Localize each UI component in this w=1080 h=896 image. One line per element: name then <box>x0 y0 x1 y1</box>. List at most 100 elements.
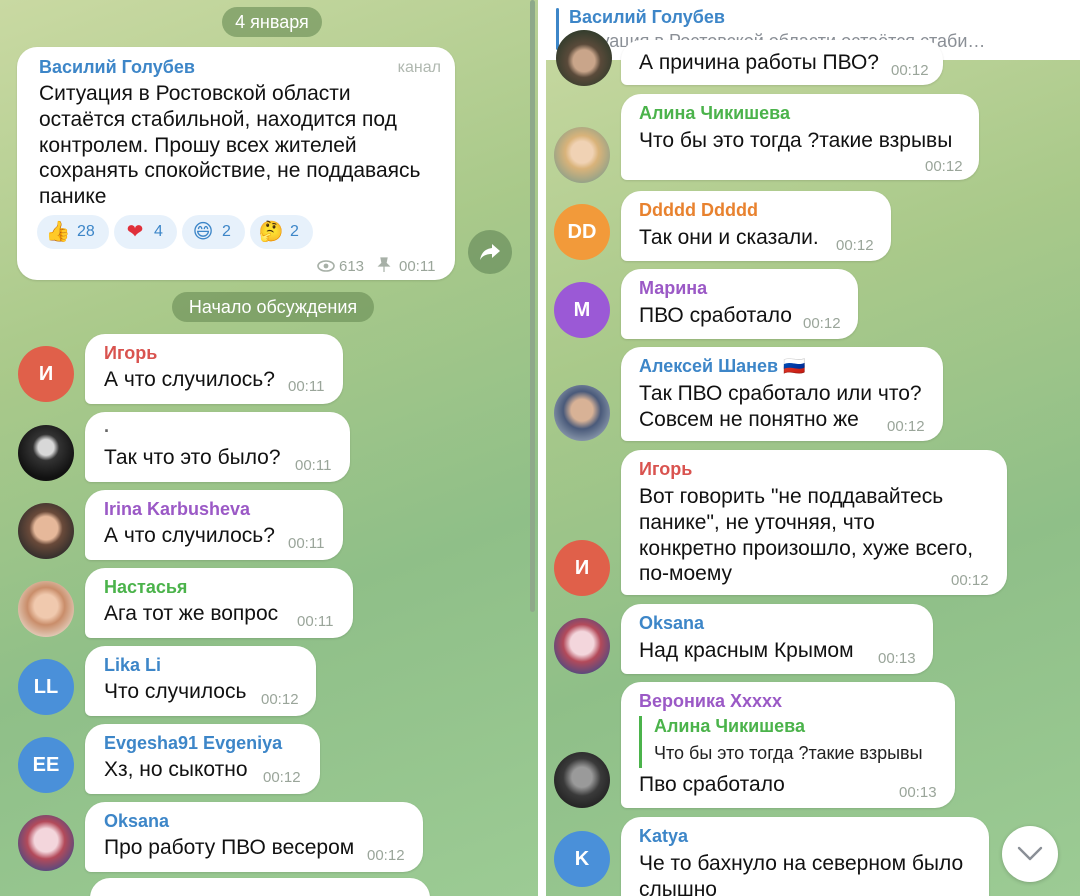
panel-divider <box>538 0 546 896</box>
reaction-grin[interactable]: 😄 2 <box>182 215 245 249</box>
sender-name[interactable]: Игорь <box>639 459 692 480</box>
quote-text: Что бы это тогда ?такие взрывы <box>654 743 923 763</box>
reaction-count: 2 <box>222 223 231 240</box>
channel-badge: канал <box>397 59 441 76</box>
message-bubble[interactable]: Алексей Шанев 🇷🇺 Так ПВО сработало или ч… <box>621 347 943 441</box>
message-bubble[interactable]: Oksana Про работу ПВО весером 00:12 <box>85 802 423 872</box>
avatar[interactable]: И <box>18 346 74 402</box>
avatar[interactable] <box>554 385 610 441</box>
message-time: 00:13 <box>899 784 937 801</box>
sender-name[interactable]: Ddddd Ddddd <box>639 200 758 221</box>
message-time: 00:13 <box>878 650 916 667</box>
message-time: 00:12 <box>887 418 925 435</box>
message-text: Пво сработало <box>639 773 785 796</box>
avatar[interactable]: EE <box>18 737 74 793</box>
message-bubble[interactable]: Evgesha91 Evgeniya Хз, но сыкотно 00:12 <box>85 724 320 794</box>
sender-name[interactable]: Алина Чикишева <box>639 103 790 124</box>
message-text: ПВО сработало <box>639 304 792 327</box>
message-text: А что случилось? <box>104 524 275 547</box>
scroll-down-button[interactable] <box>1002 826 1058 882</box>
message-text: А причина работы ПВО? <box>639 51 879 74</box>
message-bubble[interactable]: Алина Чикишева Что бы это тогда ?такие в… <box>621 94 979 180</box>
sender-name[interactable]: Алексей Шанев 🇷🇺 <box>639 356 806 377</box>
thinking-icon: 🤔 <box>258 221 284 243</box>
reaction-heart[interactable]: ❤ 4 <box>114 215 177 249</box>
message-bubble[interactable]: Игорь А что случилось? 00:11 <box>85 334 343 404</box>
sender-name[interactable]: Evgesha91 Evgeniya <box>104 733 282 754</box>
channel-post[interactable]: Василий Голубев канал Ситуация в Ростовс… <box>17 47 455 280</box>
sender-name[interactable]: Марина <box>639 278 707 299</box>
thumbs-up-icon: 👍 <box>45 221 71 243</box>
message-text: Про работу ПВО весером <box>104 836 355 859</box>
quote-sender: Алина Чикишева <box>654 716 806 736</box>
message-bubble[interactable]: Игорь Вот говорить "не поддавайтесь пани… <box>621 450 1007 595</box>
message-bubble[interactable]: . Так что это было? 00:11 <box>85 412 350 482</box>
avatar[interactable]: DD <box>554 204 610 260</box>
view-count: 613 <box>339 258 365 275</box>
message-text: Что бы это тогда ?такие взрывы <box>639 129 953 152</box>
message-text: А что случилось? <box>104 368 275 391</box>
avatar[interactable] <box>18 581 74 637</box>
message-bubble[interactable]: Ddddd Ddddd Так они и сказали. 00:12 <box>621 191 891 261</box>
message-bubble[interactable]: Марина ПВО сработало 00:12 <box>621 269 858 339</box>
message-text: Так они и сказали. <box>639 226 819 249</box>
message-text: Вот говорить "не поддавайтесь <box>639 485 944 508</box>
message-bubble[interactable]: Настасья Ага тот же вопрос 00:11 <box>85 568 353 638</box>
sender-name[interactable]: . <box>104 416 109 437</box>
message-text: Че то бахнуло на северном было <box>639 852 964 875</box>
sender-name[interactable]: Вероника Xxxxx <box>639 691 782 712</box>
chat-left-panel[interactable]: 4 января Василий Голубев канал Ситуация … <box>0 0 538 896</box>
sender-name[interactable]: Настасья <box>104 577 187 598</box>
message-bubble[interactable]: Вероника Xxxxx Алина Чикишева Что бы это… <box>621 682 955 808</box>
grin-icon: 😄 <box>192 221 214 243</box>
message-time: 00:12 <box>263 769 301 786</box>
message-time: 00:11 <box>288 535 325 552</box>
post-line: Ситуация в Ростовской области <box>39 82 351 105</box>
post-line: остаётся стабильной, находится под <box>39 108 397 131</box>
sender-name[interactable]: Lika Li <box>104 655 161 676</box>
reply-quote[interactable]: Алина Чикишева Что бы это тогда ?такие в… <box>639 716 923 768</box>
avatar[interactable]: M <box>554 282 610 338</box>
post-line: сохранять спокойствие, не поддаваясь <box>39 159 421 182</box>
avatar[interactable]: LL <box>18 659 74 715</box>
avatar[interactable]: И <box>554 540 610 596</box>
message-text: Над красным Крымом <box>639 639 854 662</box>
date-pill: 4 января <box>222 7 322 37</box>
avatar[interactable] <box>556 30 612 86</box>
message-bubble[interactable]: Lika Li Что случилось 00:12 <box>85 646 316 716</box>
sender-name[interactable]: Irina Karbusheva <box>104 499 250 520</box>
message-time: 00:11 <box>288 378 325 395</box>
message-bubble-partial[interactable] <box>90 878 430 896</box>
message-bubble[interactable]: А причина работы ПВО? 00:12 <box>621 40 943 85</box>
avatar[interactable] <box>18 425 74 481</box>
message-time: 00:12 <box>925 158 963 175</box>
reaction-thinking[interactable]: 🤔 2 <box>250 215 313 249</box>
message-time: 00:12 <box>951 572 989 589</box>
message-bubble[interactable]: Katya Че то бахнуло на северном было слы… <box>621 817 989 896</box>
sender-name[interactable]: Oksana <box>639 613 704 634</box>
reaction-thumbs-up[interactable]: 👍 28 <box>37 215 109 249</box>
scrollbar[interactable] <box>530 0 535 612</box>
avatar[interactable] <box>554 752 610 808</box>
post-author[interactable]: Василий Голубев <box>39 57 195 78</box>
forward-icon[interactable] <box>468 230 512 274</box>
message-bubble[interactable]: Oksana Над красным Крымом 00:13 <box>621 604 933 674</box>
message-text: конкретно произошло, хуже всего, <box>639 537 974 560</box>
message-time: 00:11 <box>297 613 334 630</box>
chat-right-panel[interactable]: Василий Голубев Ситуация в Ростовской об… <box>546 0 1080 896</box>
sender-name[interactable]: Игорь <box>104 343 157 364</box>
reaction-count: 4 <box>154 223 163 240</box>
avatar[interactable] <box>554 127 610 183</box>
message-bubble[interactable]: Irina Karbusheva А что случилось? 00:11 <box>85 490 343 560</box>
sender-name[interactable]: Katya <box>639 826 688 847</box>
avatar[interactable] <box>18 503 74 559</box>
message-time: 00:12 <box>891 62 929 79</box>
message-text: Так ПВО сработало или что? <box>639 382 922 405</box>
eye-icon <box>317 259 335 272</box>
sender-name[interactable]: Oksana <box>104 811 169 832</box>
avatar[interactable] <box>554 618 610 674</box>
pinned-title: Василий Голубев <box>569 7 725 27</box>
avatar[interactable] <box>18 815 74 871</box>
avatar[interactable]: K <box>554 831 610 887</box>
message-text: слышно <box>639 878 717 896</box>
